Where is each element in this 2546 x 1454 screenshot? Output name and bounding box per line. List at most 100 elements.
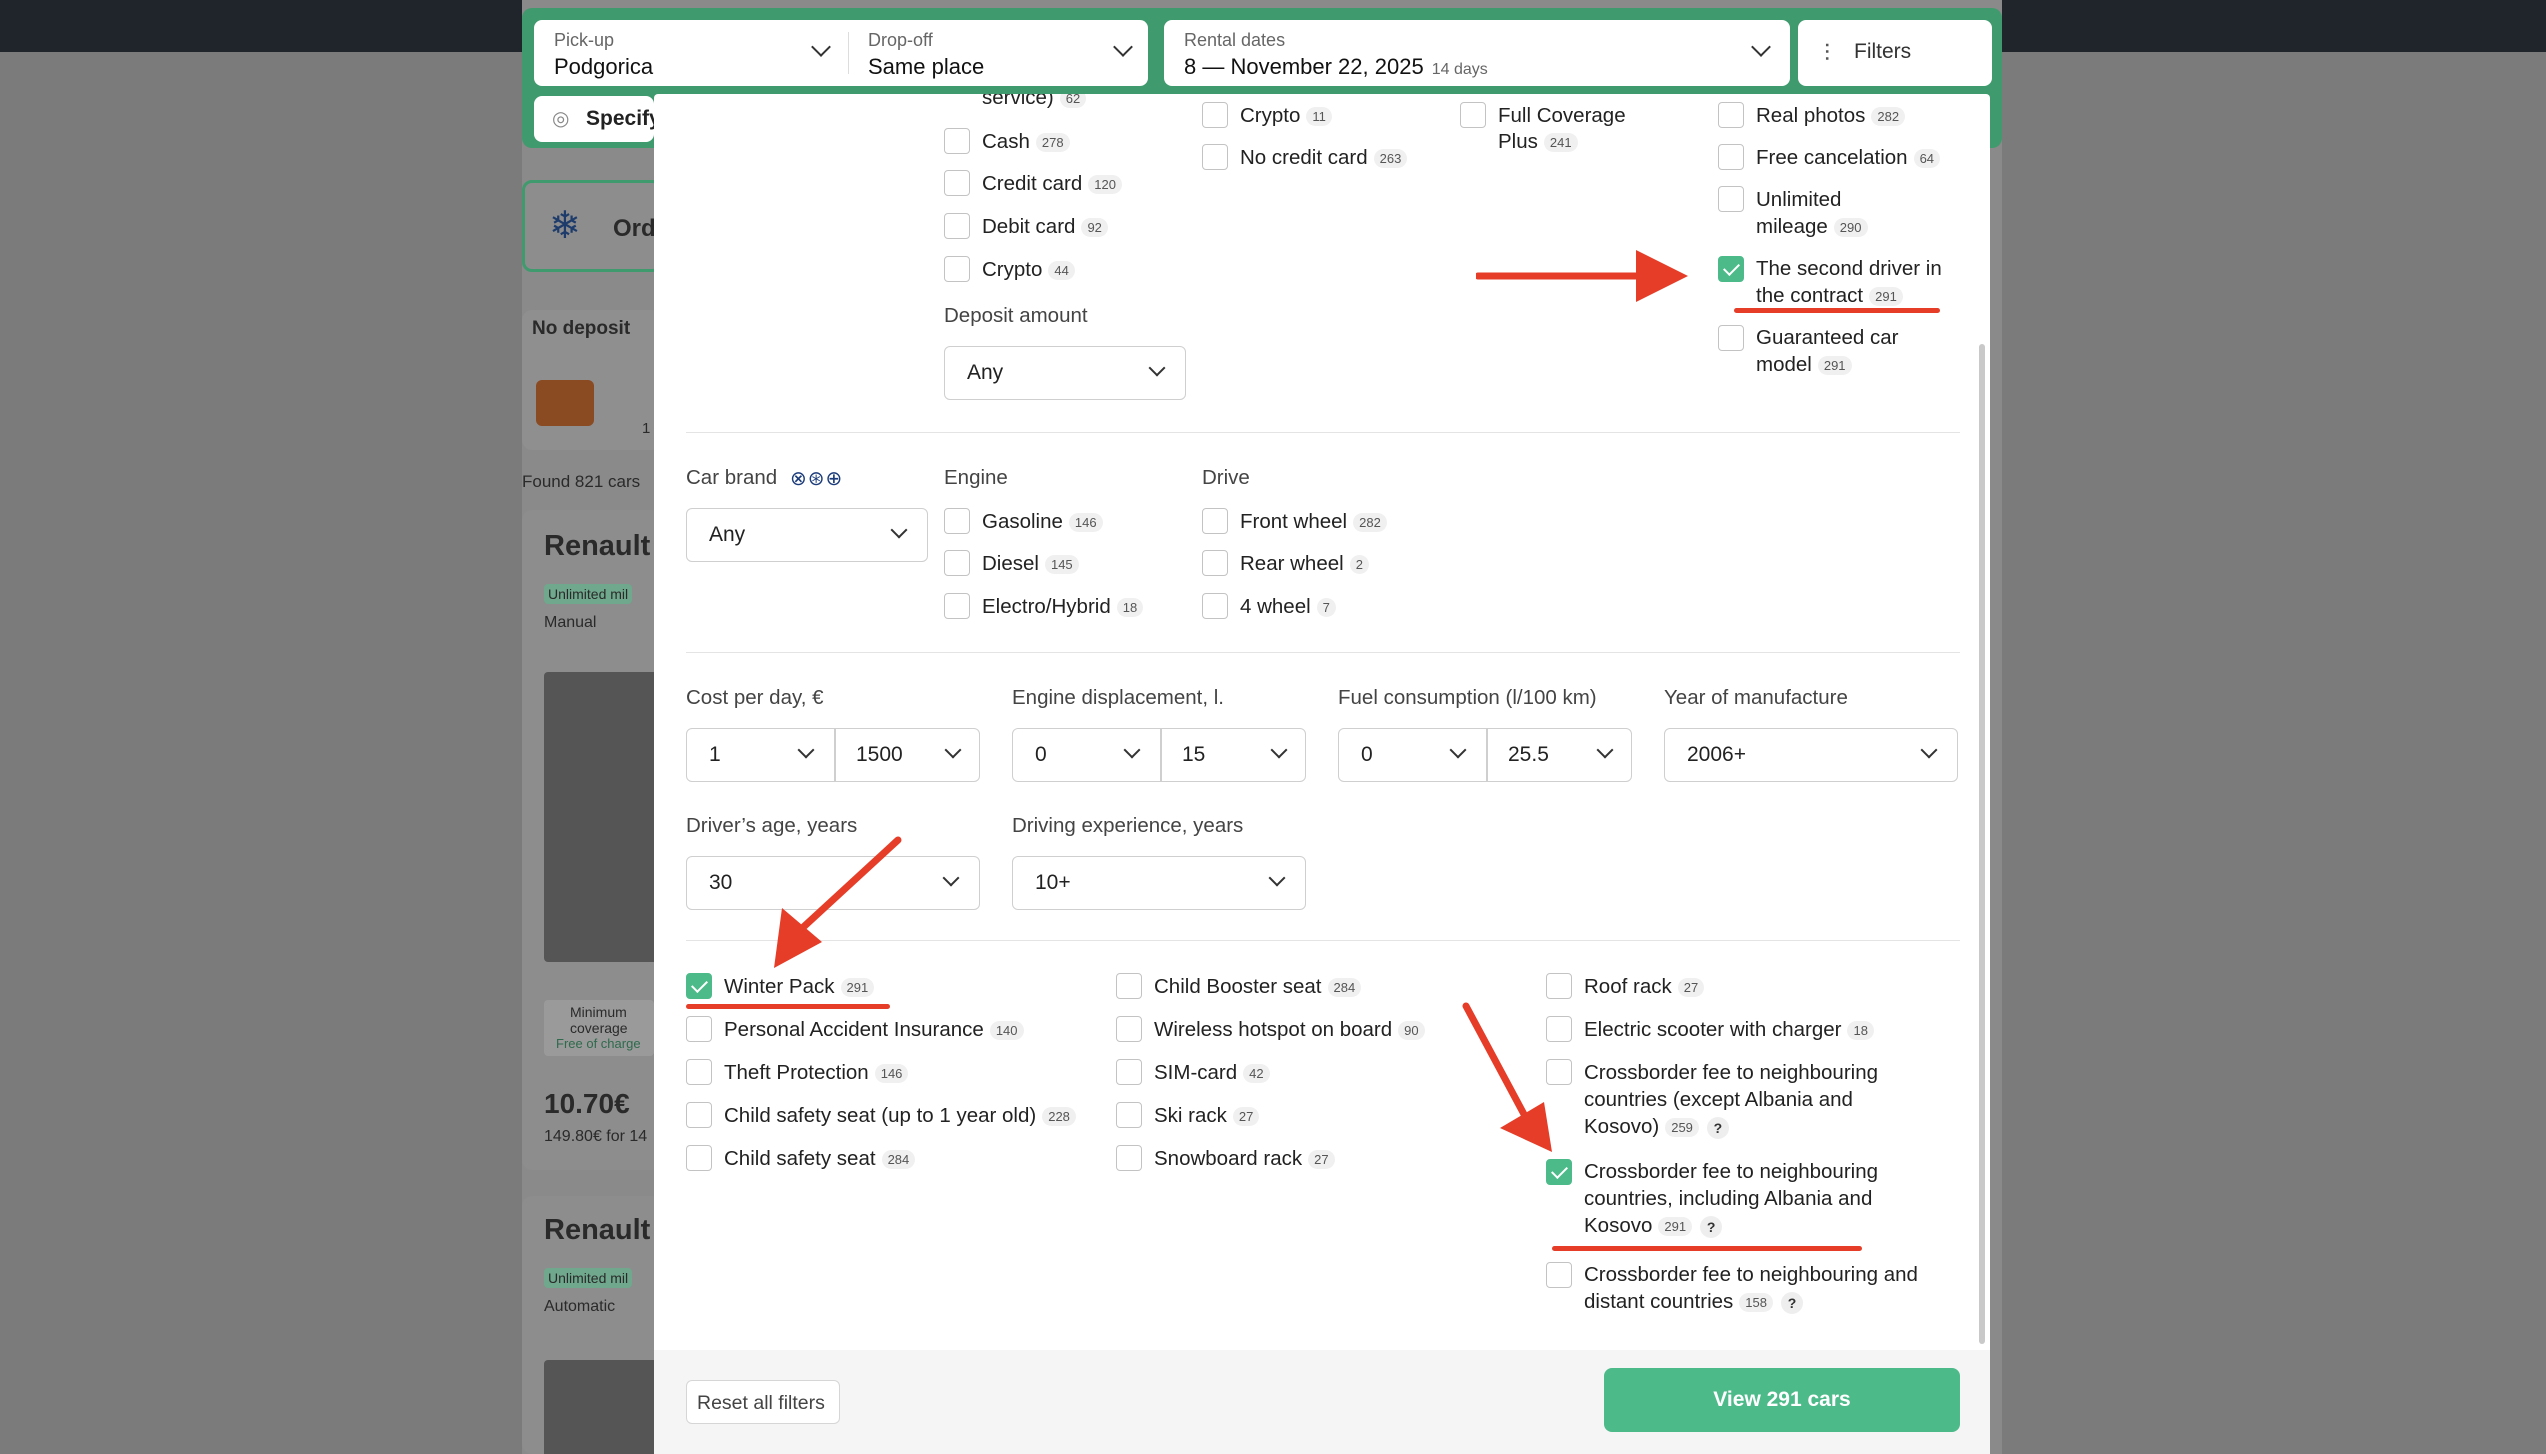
specify-button[interactable]: ◎ Specify xyxy=(534,96,661,142)
option-label: the contract xyxy=(1756,284,1864,307)
annotation-arrow-down-right-icon xyxy=(1462,1002,1552,1152)
drive-front-checkbox[interactable] xyxy=(1202,508,1228,534)
no-credit-card-checkbox[interactable] xyxy=(1202,144,1228,170)
displacement-max-value: 15 xyxy=(1182,743,1206,766)
snowboard-rack-checkbox[interactable] xyxy=(1116,1145,1142,1171)
roof-rack-checkbox[interactable] xyxy=(1546,973,1572,999)
option-count: 241 xyxy=(1543,133,1578,153)
option-label: Electric scooter with charger xyxy=(1584,1018,1842,1041)
filters-button[interactable]: ⫶ Filters xyxy=(1798,20,1992,86)
option-label: Plus xyxy=(1498,130,1538,153)
view-cars-button[interactable]: View 291 cars xyxy=(1604,1368,1960,1432)
option-count: 228 xyxy=(1042,1107,1076,1127)
pickup-dropoff-field: Pick-up Podgorica Drop-off Same place xyxy=(534,20,1148,86)
driving-experience-select[interactable]: 10+ xyxy=(1012,856,1306,910)
modal-scrollbar[interactable] xyxy=(1979,344,1985,1344)
payment-debit-card-checkbox[interactable] xyxy=(944,213,970,239)
dropoff-select[interactable]: Drop-off Same place xyxy=(848,20,1148,86)
chevron-down-icon xyxy=(944,741,962,759)
option-label: Debit card xyxy=(982,215,1076,238)
unlimited-mileage-badge: Unlimited mil xyxy=(544,1268,633,1288)
car-card-1: Renault Unlimited mil Manual Minimum cov… xyxy=(522,510,662,1170)
coverage-box: Minimum coverage Free of charge xyxy=(544,1000,654,1056)
option-label: Child safety seat (up to 1 year old) xyxy=(724,1104,1037,1127)
engine-diesel-checkbox[interactable] xyxy=(944,550,970,576)
year-select[interactable]: 2006+ xyxy=(1664,728,1958,782)
specify-label: Specify xyxy=(586,107,661,130)
cost-max-select[interactable]: 1500 xyxy=(834,729,981,781)
displacement-max-select[interactable]: 15 xyxy=(1160,729,1307,781)
unlimited-mileage-checkbox[interactable] xyxy=(1718,186,1744,212)
reset-filters-button[interactable]: Reset all filters xyxy=(686,1380,840,1424)
snowboard-rack-label: Snowboard rack 27 xyxy=(1154,1145,1335,1172)
booster-seat-label: Child Booster seat 284 xyxy=(1154,973,1362,1000)
infant-seat-checkbox[interactable] xyxy=(686,1102,712,1128)
price-total: 149.80€ for 14 xyxy=(544,1128,648,1145)
section-divider xyxy=(686,652,1960,653)
section-divider xyxy=(686,432,1960,433)
help-icon[interactable]: ? xyxy=(1780,1291,1803,1314)
payment-cash-checkbox[interactable] xyxy=(944,128,970,154)
annotation-arrow-right-icon xyxy=(1476,250,1688,302)
winter-pack-checkbox[interactable] xyxy=(686,973,712,999)
help-icon[interactable]: ? xyxy=(1700,1215,1723,1238)
drive-rear-checkbox[interactable] xyxy=(1202,550,1228,576)
theft-protection-label: Theft Protection 146 xyxy=(724,1059,909,1086)
option-label: Child Booster seat xyxy=(1154,975,1322,998)
pickup-select[interactable]: Pick-up Podgorica xyxy=(534,20,848,86)
deposit-amount-select[interactable]: Any xyxy=(944,346,1186,400)
no-deposit-count: 1 xyxy=(642,420,651,437)
drive-4wheel-checkbox[interactable] xyxy=(1202,593,1228,619)
fuel-range-select: 0 25.5 xyxy=(1338,728,1632,782)
accident-insurance-label: Personal Accident Insurance 140 xyxy=(724,1016,1024,1043)
unlimited-mileage-badge: Unlimited mil xyxy=(544,584,633,604)
engine-label: Engine xyxy=(944,466,1008,489)
cost-min-select[interactable]: 1 xyxy=(687,729,834,781)
second-driver-checkbox[interactable] xyxy=(1718,256,1744,282)
ski-rack-checkbox[interactable] xyxy=(1116,1102,1142,1128)
dropoff-label: Drop-off xyxy=(868,30,933,50)
real-photos-checkbox[interactable] xyxy=(1718,102,1744,128)
payment-crypto-label: Crypto 44 xyxy=(982,256,1075,283)
full-coverage-checkbox[interactable] xyxy=(1460,102,1486,128)
option-label: Cash xyxy=(982,130,1030,153)
displacement-min-select[interactable]: 0 xyxy=(1013,729,1160,781)
child-seat-checkbox[interactable] xyxy=(686,1145,712,1171)
payment-crypto-checkbox[interactable] xyxy=(944,256,970,282)
booster-seat-checkbox[interactable] xyxy=(1116,973,1142,999)
wifi-hotspot-label: Wireless hotspot on board 90 xyxy=(1154,1016,1425,1043)
payment-credit-card-checkbox[interactable] xyxy=(944,170,970,196)
crossborder-distant-checkbox[interactable] xyxy=(1546,1262,1572,1288)
option-label: Crypto xyxy=(1240,104,1301,127)
pickup-label: Pick-up xyxy=(554,30,615,50)
displacement-label: Engine displacement, l. xyxy=(1012,686,1224,709)
wifi-hotspot-checkbox[interactable] xyxy=(1116,1016,1142,1042)
driver-age-value: 30 xyxy=(709,871,733,894)
deposit-crypto-label: Crypto 11 xyxy=(1240,102,1332,129)
sim-card-label: SIM-card 42 xyxy=(1154,1059,1270,1086)
deposit-crypto-checkbox[interactable] xyxy=(1202,102,1228,128)
full-coverage-label-line2: Plus 241 xyxy=(1498,128,1578,155)
rental-dates-field[interactable]: Rental dates 8 — November 22, 2025 14 day… xyxy=(1164,20,1790,86)
wallet-icon xyxy=(536,380,594,426)
help-icon[interactable]: ? xyxy=(1706,1116,1729,1139)
fuel-max-select[interactable]: 25.5 xyxy=(1486,729,1633,781)
sim-card-checkbox[interactable] xyxy=(1116,1059,1142,1085)
engine-gasoline-checkbox[interactable] xyxy=(944,508,970,534)
fuel-min-select[interactable]: 0 xyxy=(1339,729,1486,781)
drive-label: Drive xyxy=(1202,466,1250,489)
accident-insurance-checkbox[interactable] xyxy=(686,1016,712,1042)
option-count: 27 xyxy=(1677,978,1705,998)
guaranteed-model-checkbox[interactable] xyxy=(1718,325,1744,351)
crossborder-including-line1: Crossborder fee to neighbouring xyxy=(1584,1160,1879,1183)
car-brand-select[interactable]: Any xyxy=(686,508,928,562)
displacement-min-value: 0 xyxy=(1035,743,1047,766)
year-value: 2006+ xyxy=(1687,743,1746,766)
option-label: Ski rack xyxy=(1154,1104,1227,1127)
transmission-label: Automatic xyxy=(544,1298,616,1315)
theft-protection-checkbox[interactable] xyxy=(686,1059,712,1085)
engine-electro-checkbox[interactable] xyxy=(944,593,970,619)
unlimited-mileage-line1: Unlimited xyxy=(1756,188,1842,211)
option-count: 158 xyxy=(1739,1293,1773,1313)
free-cancelation-checkbox[interactable] xyxy=(1718,144,1744,170)
